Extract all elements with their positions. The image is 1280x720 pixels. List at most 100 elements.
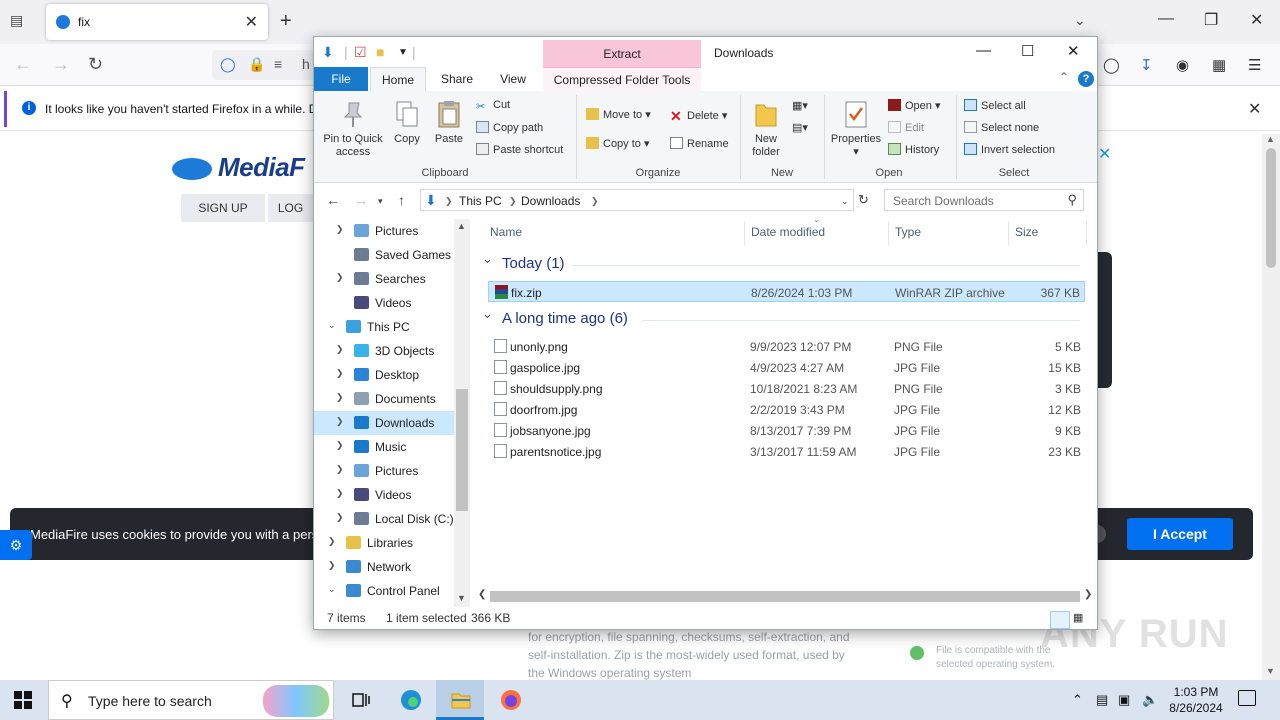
address-bar[interactable]: ⬇ ❯ This PC ❯ Downloads ❯ ⌄ — [420, 189, 854, 211]
collapse-group-icon[interactable]: ⌄ — [482, 251, 493, 267]
scroll-up-icon[interactable]: ▲ — [457, 221, 466, 231]
tab-view[interactable]: View — [486, 67, 540, 91]
taskbar-search-box[interactable]: ⚲ Type here to search — [48, 680, 334, 720]
chevron-right-icon[interactable]: ❯ — [336, 512, 344, 523]
sidebar-item-desktop[interactable]: ❯ Desktop — [314, 363, 454, 387]
close-notification-icon[interactable]: ✕ — [1248, 99, 1261, 119]
copy-path-button[interactable]: Copy path — [476, 121, 543, 134]
paste-shortcut-button[interactable]: Paste shortcut — [476, 143, 563, 156]
new-tab-button[interactable]: + — [280, 10, 292, 33]
new-item-icon[interactable]: ▦▾ — [792, 99, 808, 112]
sidebar-item-this-pc[interactable]: ⌄ This PC — [314, 315, 454, 339]
table-row[interactable]: gaspolice.jpg 4/9/2023 4:27 AM JPG File 15 … — [488, 357, 1085, 378]
tab-compressed-folder-tools[interactable]: Compressed Folder Tools — [543, 67, 701, 91]
column-divider[interactable] — [1086, 221, 1087, 245]
sidebar-item-saved-games[interactable]: Saved Games — [314, 243, 454, 267]
downloads-icon[interactable]: ↧ — [1140, 56, 1153, 74]
table-row[interactable]: parentsnotice.jpg 3/13/2017 11:59 AM JPG F… — [488, 441, 1085, 462]
chevron-down-icon[interactable]: ⌄ — [328, 584, 336, 595]
scroll-left-icon[interactable]: ❮ — [478, 589, 486, 600]
scroll-down-icon[interactable]: ▼ — [1266, 666, 1275, 676]
shield-icon[interactable]: ◯ — [220, 56, 236, 73]
chevron-right-icon[interactable]: ❯ — [336, 488, 344, 499]
scroll-down-icon[interactable]: ▼ — [457, 593, 466, 603]
tab-home[interactable]: Home — [370, 67, 426, 91]
address-history-dropdown-icon[interactable]: ⌄ — [841, 196, 849, 207]
close-browser-button[interactable]: ✕ — [1250, 10, 1263, 30]
chevron-right-icon[interactable]: ❯ — [336, 224, 344, 235]
file-explorer-button[interactable] — [436, 680, 484, 720]
sidebar-item-network[interactable]: ❯ Network — [314, 555, 454, 579]
chevron-right-icon[interactable]: ❯ — [336, 344, 344, 355]
extensions-icon[interactable]: ▦ — [1212, 56, 1226, 74]
group-header[interactable]: ⌄ A long time ago (6) — [480, 306, 1090, 330]
reload-icon[interactable]: ↻ — [88, 54, 103, 75]
properties-quick-icon[interactable]: ☑ — [354, 44, 367, 61]
chevron-right-icon[interactable]: ❯ — [336, 392, 344, 403]
nav-scroll-thumb[interactable] — [456, 389, 468, 511]
nav-scrollbar[interactable]: ▲ ▼ — [454, 219, 470, 607]
delete-button[interactable]: ✕ Delete ▾ — [670, 108, 727, 124]
sidebar-item-documents[interactable]: ❯ Documents — [314, 387, 454, 411]
select-none-button[interactable]: Select none — [964, 121, 1039, 134]
column-size[interactable]: Size — [1015, 225, 1038, 239]
task-view-button[interactable] — [336, 680, 384, 720]
sidebar-item-pictures[interactable]: ❯ Pictures — [314, 459, 454, 483]
back-arrow-icon[interactable]: ← — [326, 192, 340, 208]
move-to-button[interactable]: Move to ▾ — [586, 108, 651, 121]
url-bar[interactable]: ◯ 🔒 ≡ h — [212, 50, 322, 80]
network-icon[interactable]: ▣ — [1118, 692, 1130, 708]
table-row[interactable]: shouldsupply.png 10/18/2021 8:23 AM PNG Fi… — [488, 378, 1085, 399]
column-name[interactable]: Name — [490, 225, 522, 239]
sign-up-button[interactable]: SIGN UP — [181, 194, 265, 222]
chevron-right-icon[interactable]: ❯ — [328, 560, 336, 571]
close-button[interactable]: ✕ — [1067, 42, 1080, 60]
breadcrumb-chevron-icon[interactable]: ❯ — [509, 196, 517, 207]
sidebar-item-downloads[interactable]: ❯ Downloads — [314, 411, 454, 435]
details-view-icon[interactable] — [1050, 611, 1070, 629]
edge-button[interactable] — [386, 680, 434, 720]
back-arrow-icon[interactable]: ← — [14, 54, 32, 75]
group-header[interactable]: ⌄ Today (1) — [480, 251, 1090, 275]
collapse-group-icon[interactable]: ⌄ — [482, 306, 493, 322]
chevron-down-icon[interactable]: ⌄ — [1074, 12, 1086, 29]
history-button[interactable]: History — [888, 143, 939, 156]
sidebar-item-videos[interactable]: Videos — [314, 291, 454, 315]
page-scroll-thumb[interactable] — [1266, 148, 1276, 268]
column-type[interactable]: Type — [895, 225, 921, 239]
minimize-ribbon-icon[interactable]: ⌃ — [1059, 70, 1069, 84]
scroll-right-icon[interactable]: ❯ — [1084, 589, 1092, 600]
login-button[interactable]: LOG — [268, 194, 313, 222]
chevron-right-icon[interactable]: ❯ — [336, 416, 344, 427]
notifications-icon[interactable] — [1238, 690, 1256, 706]
chevron-right-icon[interactable]: ❯ — [336, 464, 344, 475]
sidebar-item-libraries[interactable]: ❯ Libraries — [314, 531, 454, 555]
rename-button[interactable]: Rename — [670, 137, 729, 150]
properties-dropdown-icon[interactable]: ▾ — [853, 146, 859, 158]
firefox-button[interactable] — [486, 680, 534, 720]
permissions-icon[interactable]: ≡ — [274, 56, 282, 72]
table-row[interactable]: jobsanyone.jpg 8/13/2017 7:39 PM JPG File 9… — [488, 420, 1085, 441]
ad-close-icon[interactable]: ✕ — [1098, 144, 1111, 164]
search-box[interactable]: Search Downloads ⚲ — [884, 189, 1084, 211]
recent-locations-icon[interactable]: ▾ — [378, 196, 383, 207]
new-folder-quick-icon[interactable]: ■ — [376, 44, 384, 60]
pin-to-quick-access-button[interactable]: Pin to Quick access — [320, 99, 386, 159]
sidebar-item-searches[interactable]: ❯ Searches — [314, 267, 454, 291]
page-scrollbar[interactable]: ▲ ▼ — [1262, 134, 1280, 680]
help-icon[interactable]: ? — [1078, 71, 1094, 87]
browser-tab[interactable]: fix ✕ — [46, 4, 268, 40]
sidebar-item-videos[interactable]: ❯ Videos — [314, 483, 454, 507]
accept-cookies-button[interactable]: I Accept — [1127, 518, 1233, 550]
sidebar-item-local-disk-c[interactable]: ❯ Local Disk (C:) — [314, 507, 454, 531]
cut-button[interactable]: ✂ Cut — [476, 99, 510, 113]
easy-access-icon[interactable]: ▤▾ — [792, 121, 808, 134]
copy-button[interactable]: Copy — [390, 99, 424, 146]
scroll-up-icon[interactable]: ▲ — [1266, 134, 1275, 144]
up-arrow-icon[interactable]: ↑ — [398, 192, 405, 208]
tab-file[interactable]: File — [314, 67, 368, 91]
invert-selection-button[interactable]: Invert selection — [964, 143, 1055, 156]
windows-start-icon[interactable] — [14, 691, 32, 709]
table-row[interactable]: doorfrom.jpg 2/2/2019 3:43 PM JPG File 12 K… — [488, 399, 1085, 420]
restore-browser-button[interactable]: ❐ — [1204, 10, 1218, 30]
